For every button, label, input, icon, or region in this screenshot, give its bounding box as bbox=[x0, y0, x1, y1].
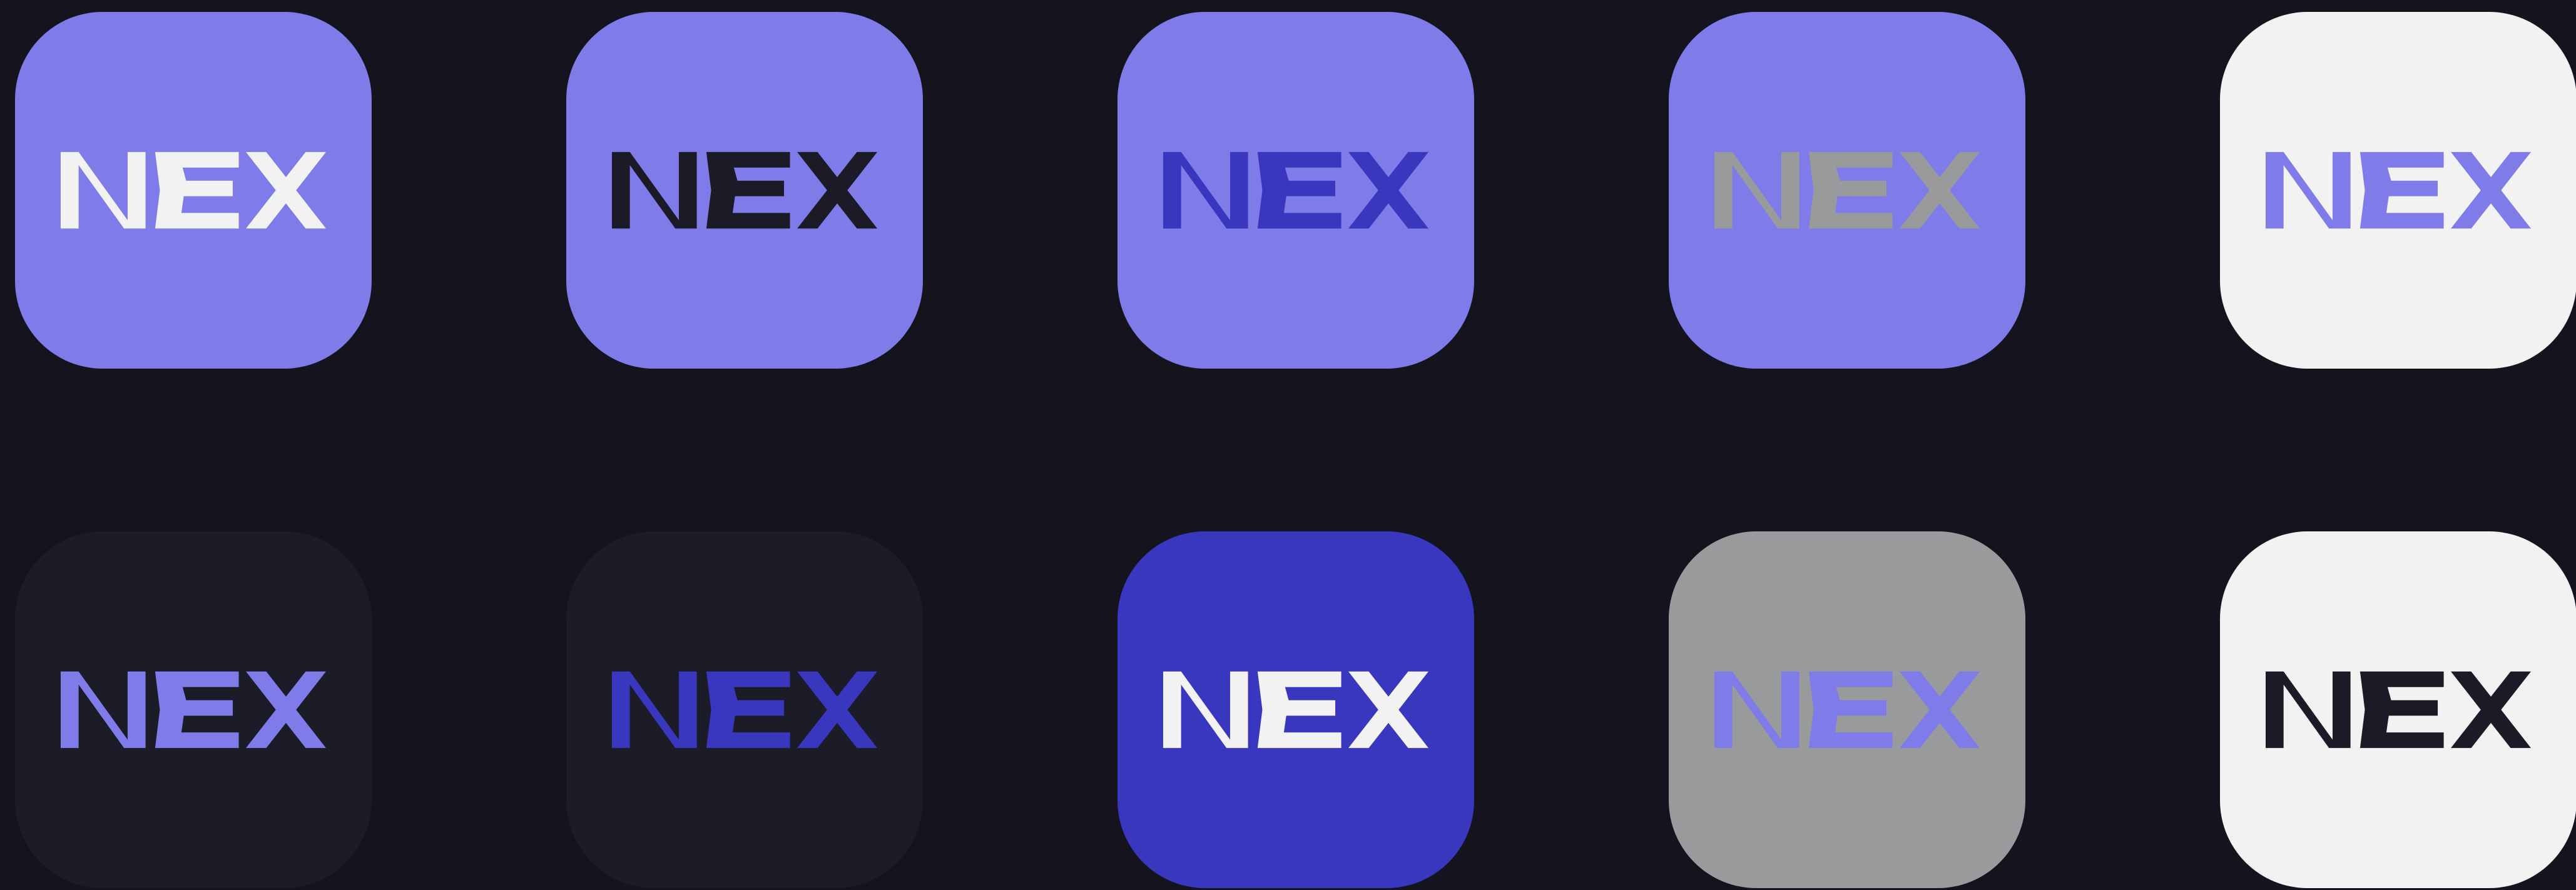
logo-tile bbox=[1117, 12, 1474, 369]
nex-logo-icon bbox=[612, 151, 877, 229]
logo-tile bbox=[1669, 531, 2025, 888]
nex-logo-icon bbox=[61, 671, 326, 749]
nex-logo-icon bbox=[1714, 671, 1980, 749]
logo-tile bbox=[15, 12, 372, 369]
nex-logo-icon bbox=[1714, 151, 1980, 229]
logo-tile bbox=[1117, 531, 1474, 888]
logo-variant-grid bbox=[0, 0, 2576, 890]
logo-tile bbox=[566, 12, 923, 369]
logo-tile bbox=[1669, 12, 2025, 369]
nex-logo-icon bbox=[1163, 151, 1428, 229]
nex-logo-icon bbox=[61, 151, 326, 229]
nex-logo-icon bbox=[612, 671, 877, 749]
logo-tile bbox=[15, 531, 372, 888]
nex-logo-icon bbox=[2266, 151, 2531, 229]
logo-tile bbox=[2220, 12, 2576, 369]
nex-logo-icon bbox=[2266, 671, 2531, 749]
logo-tile bbox=[2220, 531, 2576, 888]
nex-logo-icon bbox=[1163, 671, 1428, 749]
logo-tile bbox=[566, 531, 923, 888]
